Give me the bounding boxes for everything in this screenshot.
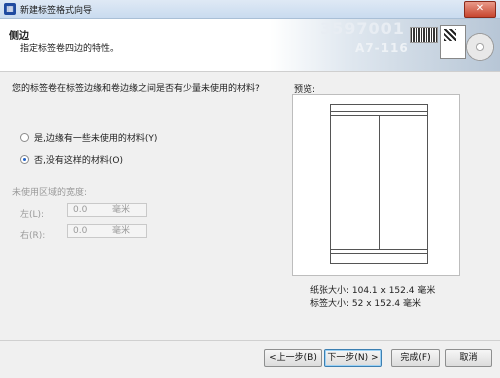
qr-code-icon [444,29,456,41]
left-width-unit: 毫米 [112,205,131,215]
finish-button[interactable]: 完成(F) [391,349,440,367]
label-divider [379,115,380,249]
footer-divider [0,340,500,341]
wizard-header: 3597001 A7-116 侧边 指定标签卷四边的特性。 [0,19,500,72]
app-icon: ▦ [4,3,16,15]
paper-size-text: 纸张大小: 104.1 x 152.4 毫米 [310,286,436,296]
window-titlebar: ▦ 新建标签格式向导 ✕ [0,0,500,19]
next-button[interactable]: 下一步(N) > [324,349,382,367]
right-width-input[interactable]: 0.0 毫米 [67,224,147,238]
close-button[interactable]: ✕ [464,1,496,18]
label-size-text: 标签大小: 52 x 152.4 毫米 [310,299,422,309]
right-width-value: 0.0 [73,226,88,236]
label-top-edge-1 [331,111,427,112]
option-no-label: 否,没有这样的材料(O) [34,156,123,166]
label-roll-preview [330,104,428,264]
disc-icon [466,33,494,61]
label-bottom-edge-1 [331,249,427,250]
barcode-icon [410,27,438,43]
option-yes-unused-material[interactable]: 是,边缘有一些未使用的材料(Y) [20,131,157,144]
right-width-label: 右(R): [20,231,46,241]
right-width-unit: 毫米 [112,226,131,236]
label-bottom-edge-2 [331,253,427,254]
window-title: 新建标签格式向导 [20,6,93,16]
left-width-label: 左(L): [20,210,45,220]
radio-yes[interactable] [20,133,29,142]
banner-code-2: A7-116 [355,41,409,55]
page-subtitle: 指定标签卷四边的特性。 [20,44,120,54]
left-width-value: 0.0 [73,205,88,215]
unused-area-title: 未使用区域的宽度: [12,188,88,198]
option-no-unused-material[interactable]: 否,没有这样的材料(O) [20,153,123,166]
radio-no-selected[interactable] [20,155,29,164]
question-text: 您的标签卷在标签边缘和卷边缘之间是否有少量未使用的材料? [12,84,260,94]
left-width-input[interactable]: 0.0 毫米 [67,203,147,217]
banner-code-1: 3597001 [320,19,405,38]
option-yes-label: 是,边缘有一些未使用的材料(Y) [34,134,158,144]
back-button[interactable]: <上一步(B) [264,349,322,367]
page-title: 侧边 [9,31,29,42]
cancel-button[interactable]: 取消 [445,349,492,367]
